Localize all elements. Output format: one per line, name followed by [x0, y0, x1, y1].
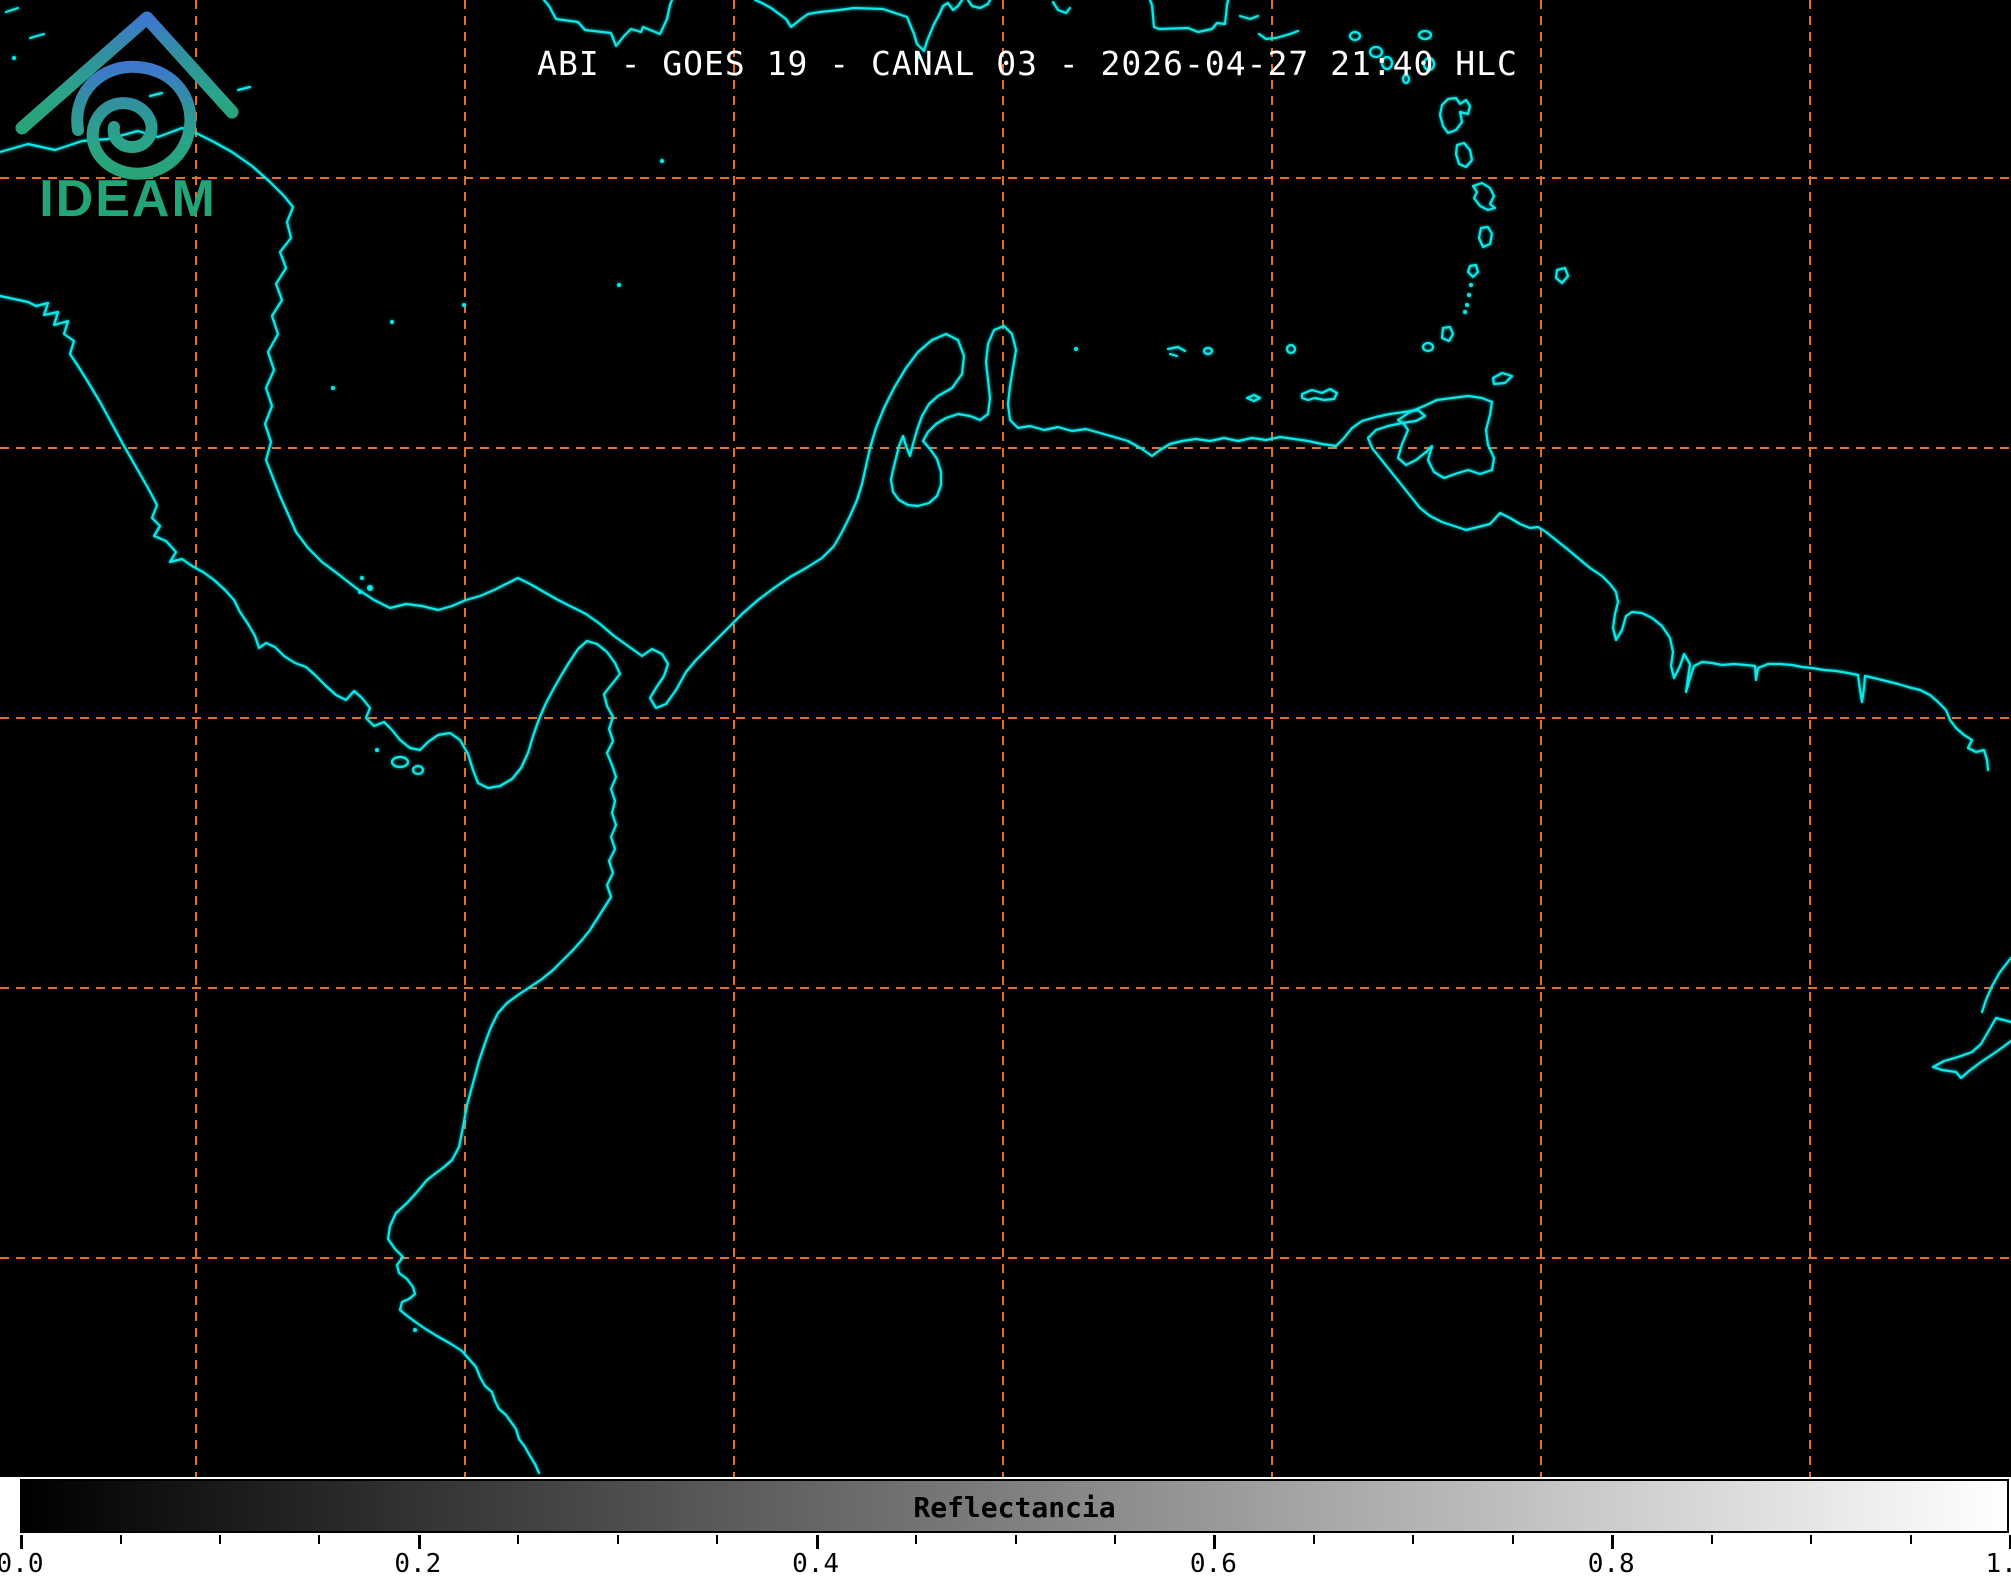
colorbar-major-tick	[20, 1535, 23, 1549]
island-dot	[367, 585, 373, 591]
island-dominica	[1456, 143, 1472, 167]
colorbar-major-tick	[418, 1535, 421, 1549]
colorbar-minor-tick	[219, 1535, 221, 1544]
island-dot	[375, 748, 379, 752]
island-coiba	[392, 757, 408, 767]
island-guadeloupe	[1440, 98, 1470, 133]
island-dot	[413, 1328, 417, 1332]
colorbar-minor-tick	[1015, 1535, 1017, 1544]
colorbar-minor-tick	[120, 1535, 122, 1544]
colorbar-minor-tick	[716, 1535, 718, 1544]
ideam-logo-text: IDEAM	[39, 170, 217, 228]
colorbar-major-tick	[816, 1535, 819, 1549]
island-dot	[617, 283, 621, 287]
island-dot	[660, 159, 664, 163]
island-barbados	[1556, 268, 1568, 283]
island-puerto-rico-coast	[1150, 0, 1228, 32]
ideam-logo-swirl-icon	[77, 67, 190, 174]
island-dot	[331, 386, 335, 390]
colorbar-minor-tick	[915, 1535, 917, 1544]
island-dot	[358, 590, 362, 594]
island-margarita	[1302, 389, 1337, 400]
map-svg	[0, 0, 2011, 1477]
island-dot	[1467, 293, 1471, 297]
island-dot	[1469, 283, 1473, 287]
satellite-map: ABI - GOES 19 - CANAL 03 - 2026-04-27 21…	[0, 0, 2011, 1477]
colorbar-minor-tick	[1412, 1535, 1414, 1544]
coast-pacific-mainland	[0, 296, 620, 1473]
island-dot	[1463, 310, 1467, 314]
island-barbuda	[1419, 31, 1431, 39]
island-jamaica-coast	[544, 0, 672, 46]
colorbar-tick-label: 0.2	[378, 1549, 458, 1577]
colorbar: Reflectancia	[20, 1479, 2009, 1533]
colorbar-minor-tick	[1711, 1535, 1713, 1544]
colorbar-minor-tick	[617, 1535, 619, 1544]
colorbar-footer: Reflectancia 0.0 0.2 0.4 0.6 0.8 1.0	[0, 1477, 2011, 1577]
satellite-image-viewer: ABI - GOES 19 - CANAL 03 - 2026-04-27 21…	[0, 0, 2011, 1577]
island-coche	[1247, 395, 1260, 401]
colorbar-major-tick	[1611, 1535, 1614, 1549]
colorbar-minor-tick	[1810, 1535, 1812, 1544]
island-los-testigos	[1423, 343, 1433, 351]
colorbar-tick-label: 1.0	[1969, 1549, 2011, 1577]
island-bonaire	[1204, 348, 1212, 354]
island-st-croix-coast	[1259, 31, 1298, 39]
colorbar-major-tick	[1213, 1535, 1216, 1549]
island-st-vincent	[1468, 265, 1478, 277]
island-mona-coast	[1053, 2, 1070, 13]
coast-amazon-mouth-north	[1982, 958, 2011, 1012]
island-dot	[462, 303, 466, 307]
coast-amazon-mouth	[1933, 1018, 2011, 1078]
ideam-logo-roof-icon	[22, 18, 232, 128]
colorbar-tick-label: 0.8	[1571, 1549, 1651, 1577]
island-cebaco	[413, 766, 423, 774]
colorbar-title: Reflectancia	[22, 1491, 2007, 1524]
island-grenada	[1442, 327, 1453, 341]
colorbar-tick-label: 0.6	[1173, 1549, 1253, 1577]
island-dot	[360, 576, 364, 580]
island-vieques-coast	[1240, 16, 1258, 19]
island-dot	[1465, 303, 1469, 307]
island-curacao-dash-1	[1168, 347, 1185, 351]
image-title: ABI - GOES 19 - CANAL 03 - 2026-04-27 21…	[537, 44, 1518, 83]
island-la-tortuga	[1287, 345, 1295, 353]
colorbar-minor-tick	[318, 1535, 320, 1544]
island-martinique	[1473, 183, 1495, 210]
island-dot	[390, 320, 394, 324]
colorbar-tick-label: 0.4	[776, 1549, 856, 1577]
colorbar-minor-tick	[1313, 1535, 1315, 1544]
island-tobago	[1493, 373, 1512, 384]
island-curacao-dash-2	[1170, 354, 1177, 356]
colorbar-minor-tick	[517, 1535, 519, 1544]
colorbar-tick-label: 0.0	[0, 1549, 60, 1577]
island-hispaniola-east-coast	[968, 0, 990, 8]
colorbar-minor-tick	[1114, 1535, 1116, 1544]
island-trinidad	[1398, 396, 1494, 478]
ideam-logo: IDEAM	[0, 0, 260, 232]
island-st-lucia	[1479, 227, 1492, 247]
island-antigua	[1350, 32, 1360, 40]
colorbar-minor-tick	[1910, 1535, 1912, 1544]
colorbar-minor-tick	[1512, 1535, 1514, 1544]
island-dot	[1074, 347, 1078, 351]
